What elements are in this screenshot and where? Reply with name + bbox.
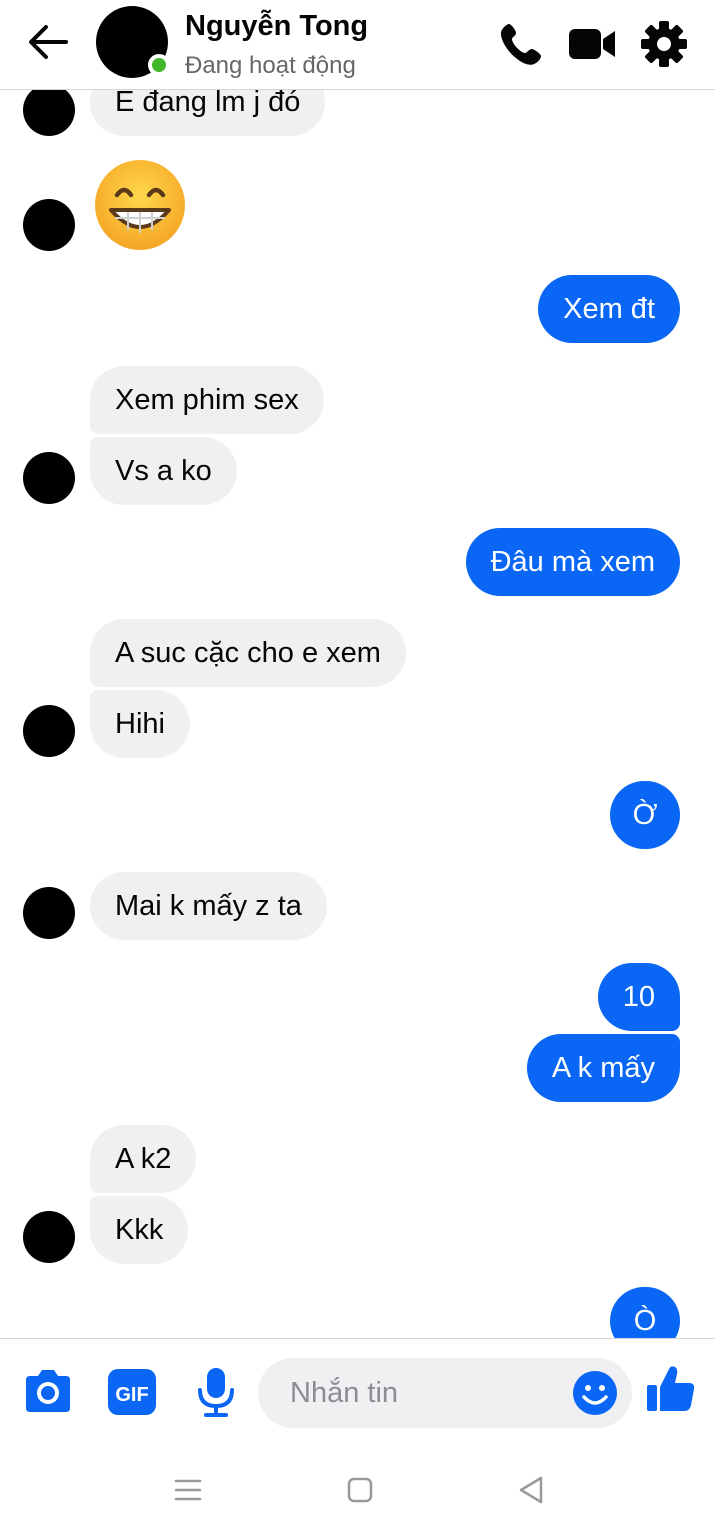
message-input[interactable]: Nhắn tin bbox=[258, 1358, 632, 1428]
gif-label: GIF bbox=[115, 1384, 148, 1406]
outgoing-message[interactable]: Ò bbox=[610, 1287, 680, 1338]
online-status-dot bbox=[148, 54, 170, 76]
incoming-message[interactable]: Kkk bbox=[90, 1196, 189, 1264]
outgoing-message[interactable]: Ờ bbox=[610, 781, 680, 849]
incoming-message[interactable]: Mai k mấy z ta bbox=[90, 872, 327, 940]
sender-avatar[interactable] bbox=[23, 452, 75, 504]
microphone-icon[interactable] bbox=[190, 1366, 242, 1418]
gif-icon[interactable]: GIF bbox=[106, 1366, 158, 1418]
contact-name[interactable]: Nguyễn Tong bbox=[185, 10, 368, 43]
incoming-message[interactable]: Vs a ko bbox=[90, 437, 237, 505]
contact-status: Đang hoạt động bbox=[185, 52, 356, 79]
sender-avatar[interactable] bbox=[23, 90, 75, 136]
incoming-message[interactable]: A k2 bbox=[90, 1125, 197, 1193]
home-nav-icon[interactable] bbox=[340, 1470, 380, 1510]
system-navigation-bar bbox=[0, 1446, 715, 1532]
incoming-message[interactable]: Hihi bbox=[90, 690, 190, 758]
thumbs-up-icon[interactable] bbox=[645, 1363, 697, 1415]
sender-avatar[interactable] bbox=[23, 887, 75, 939]
emoji-icon[interactable] bbox=[572, 1370, 618, 1416]
video-camera-icon[interactable] bbox=[568, 20, 616, 68]
camera-icon[interactable] bbox=[22, 1366, 74, 1418]
outgoing-message[interactable]: A k mấy bbox=[526, 1034, 680, 1102]
menu-nav-icon[interactable] bbox=[168, 1470, 208, 1510]
message-thread[interactable]: E đang lm j đó Xem đt Xem phim sex Vs a … bbox=[0, 90, 715, 1338]
outgoing-message[interactable]: Xem đt bbox=[538, 275, 680, 343]
phone-icon[interactable] bbox=[496, 20, 544, 68]
message-input-placeholder: Nhắn tin bbox=[290, 1377, 399, 1409]
back-arrow-icon[interactable] bbox=[26, 22, 70, 62]
incoming-message[interactable]: E đang lm j đó bbox=[90, 90, 326, 136]
back-nav-icon[interactable] bbox=[512, 1470, 552, 1510]
outgoing-message[interactable]: Đâu mà xem bbox=[465, 528, 680, 596]
beaming-face-emoji-icon[interactable] bbox=[93, 158, 187, 252]
sender-avatar[interactable] bbox=[23, 199, 75, 251]
outgoing-message[interactable]: 10 bbox=[597, 963, 680, 1031]
gear-icon[interactable] bbox=[640, 20, 688, 68]
incoming-message[interactable]: Xem phim sex bbox=[90, 366, 324, 434]
messenger-chat-screen: Nguyễn Tong Đang hoạt động E đang lm j đ… bbox=[0, 0, 715, 1532]
sender-avatar[interactable] bbox=[23, 1211, 75, 1263]
incoming-message[interactable]: A suc cặc cho e xem bbox=[90, 619, 406, 687]
sender-avatar[interactable] bbox=[23, 705, 75, 757]
message-composer: GIF Nhắn tin bbox=[0, 1338, 715, 1446]
chat-header: Nguyễn Tong Đang hoạt động bbox=[0, 0, 715, 90]
